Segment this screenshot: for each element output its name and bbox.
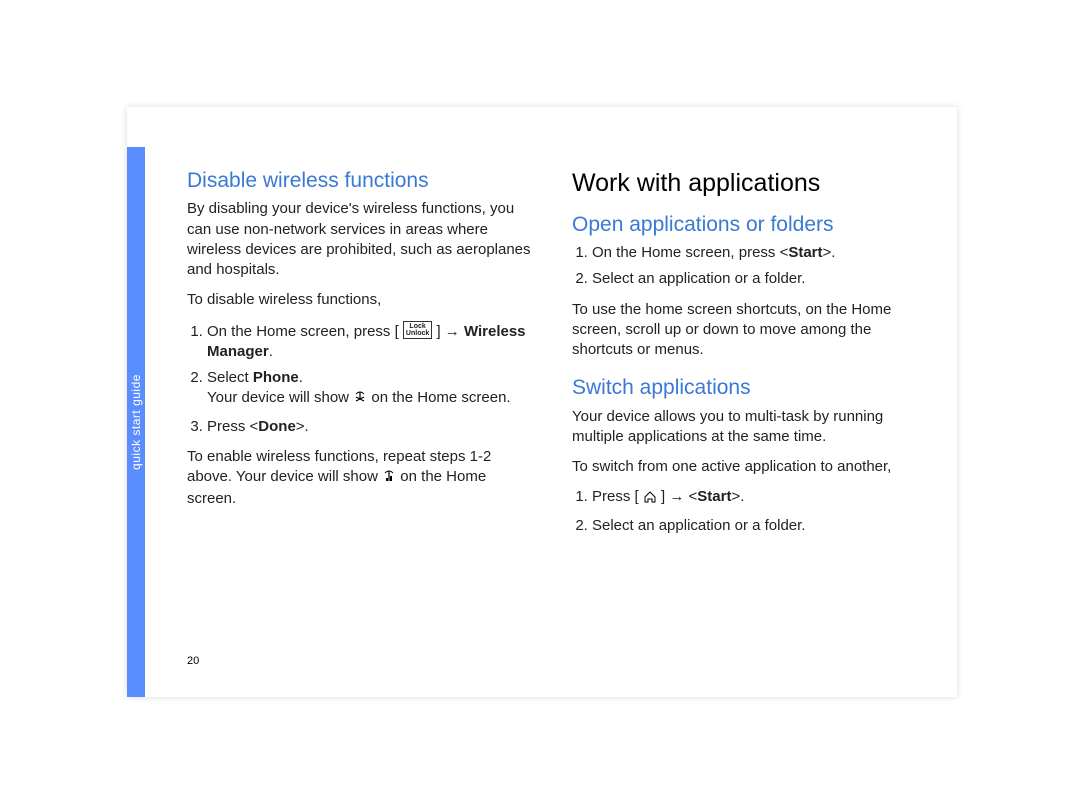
step2-note: Your device will show on the Home screen… <box>207 388 532 410</box>
open1-pre: On the Home screen, press < <box>592 244 788 261</box>
step-3: Press <Done>. <box>207 417 532 437</box>
open-step-2: Select an application or a folder. <box>592 269 917 289</box>
heading-switch-apps: Switch applications <box>572 374 917 402</box>
step2-bold: Phone <box>253 369 299 386</box>
step3-pre: Press < <box>207 418 258 435</box>
open-note: To use the home screen shortcuts, on the… <box>572 300 917 361</box>
heading-disable-wireless: Disable wireless functions <box>187 167 532 195</box>
step1-tail: . <box>269 343 273 360</box>
step3-tail: >. <box>296 418 309 435</box>
content-area: Disable wireless functions By disabling … <box>187 167 917 657</box>
tab-text: quick start guide <box>129 374 143 470</box>
switch-step-2: Select an application or a folder. <box>592 516 917 536</box>
switch-lead: To switch from one active application to… <box>572 457 917 477</box>
step2-tail: . <box>299 369 303 386</box>
step3-bold: Done <box>258 418 296 435</box>
heading-open-apps: Open applications or folders <box>572 211 917 239</box>
switch-intro: Your device allows you to multi-task by … <box>572 407 917 448</box>
home-icon <box>643 489 657 509</box>
side-tab-label: quick start guide <box>127 147 145 697</box>
step2-note-pre: Your device will show <box>207 389 353 406</box>
left-column: Disable wireless functions By disabling … <box>187 167 532 657</box>
page-number: 20 <box>187 655 199 667</box>
sw1-mid: ] → < <box>661 488 697 505</box>
antenna-off-icon <box>353 390 367 410</box>
open1-tail: >. <box>823 244 836 261</box>
step2-pre: Select <box>207 369 253 386</box>
open-step-1: On the Home screen, press <Start>. <box>592 243 917 263</box>
open1-bold: Start <box>788 244 822 261</box>
outro-paragraph: To enable wireless functions, repeat ste… <box>187 447 532 510</box>
manual-page: quick start guide Disable wireless funct… <box>127 107 957 697</box>
lead-text: To disable wireless functions, <box>187 290 532 310</box>
sw1-pre: Press [ <box>592 488 639 505</box>
lock-unlock-icon: Lock Unlock <box>403 321 432 339</box>
step1-post: ] → <box>436 323 459 340</box>
sw1-tail: >. <box>731 488 744 505</box>
step1-pre: On the Home screen, press [ <box>207 323 399 340</box>
step-1: On the Home screen, press [ Lock Unlock … <box>207 321 532 363</box>
sw1-bold: Start <box>697 488 731 505</box>
intro-paragraph: By disabling your device's wireless func… <box>187 199 532 280</box>
side-tab: quick start guide <box>127 147 145 697</box>
switch-steps-list: Press [ ] → <Start>. Select an applicati… <box>572 487 917 536</box>
heading-work-with-apps: Work with applications <box>572 167 917 201</box>
right-column: Work with applications Open applications… <box>572 167 917 657</box>
step-2: Select Phone. Your device will show on t… <box>207 368 532 411</box>
switch-step-1: Press [ ] → <Start>. <box>592 487 917 509</box>
open-steps-list: On the Home screen, press <Start>. Selec… <box>572 243 917 290</box>
antenna-on-icon <box>382 469 396 489</box>
step2-note-post: on the Home screen. <box>371 389 510 406</box>
disable-steps-list: On the Home screen, press [ Lock Unlock … <box>187 321 532 437</box>
